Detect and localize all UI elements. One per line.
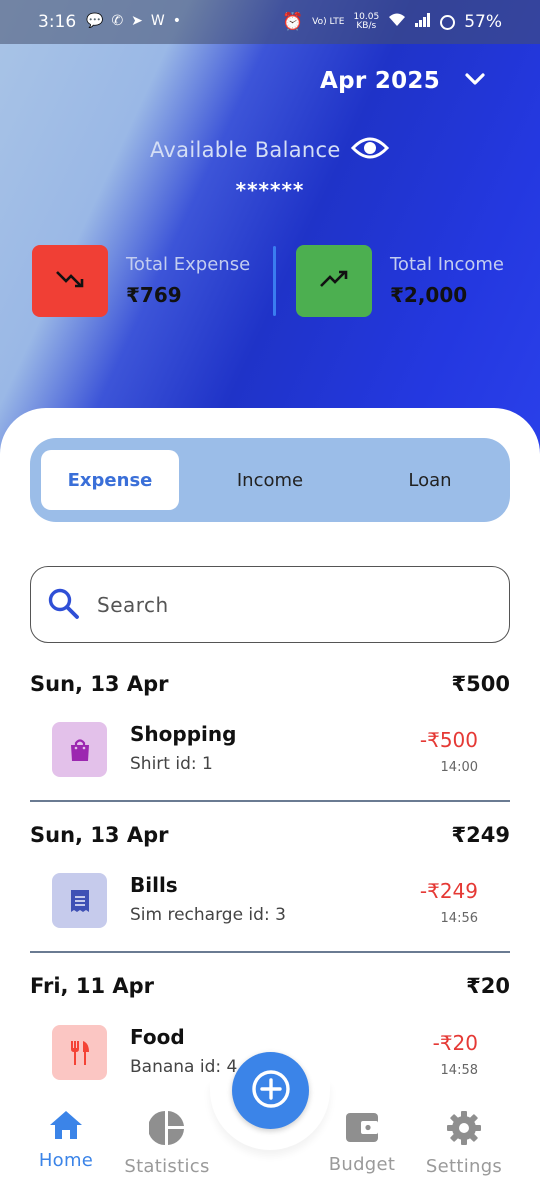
transaction-time: 14:00	[440, 760, 478, 775]
day-header: Sun, 13 Apr ₹249	[30, 823, 510, 853]
transaction-amount: -₹500	[419, 728, 478, 752]
day-date: Sun, 13 Apr	[30, 823, 169, 847]
nav-budget-label: Budget	[328, 1154, 396, 1175]
balance-row: Available Balance	[150, 134, 389, 166]
chat-icon: 💬	[86, 13, 104, 29]
expense-trend-box	[32, 245, 108, 317]
lte-label: Vo) LTE	[312, 16, 345, 27]
nav-settings[interactable]: Settings	[409, 1110, 519, 1177]
wallet-icon	[345, 1110, 379, 1148]
header-section	[0, 0, 540, 460]
tab-income[interactable]: Income	[201, 450, 339, 510]
search-icon	[47, 587, 81, 625]
battery-icon	[440, 14, 456, 30]
transaction-amount: -₹249	[419, 879, 478, 903]
total-income-label: Total Income	[390, 254, 504, 275]
gear-icon	[446, 1110, 482, 1150]
balance-value: ******	[235, 178, 305, 202]
net-speed-unit: KB/s	[356, 21, 377, 31]
restaurant-icon	[52, 1025, 107, 1080]
plus-circle-icon	[251, 1069, 291, 1113]
transaction-time: 14:56	[440, 911, 478, 926]
transaction-row[interactable]: Shopping Shirt id: 1 -₹500 14:00	[30, 722, 510, 802]
net-speed: 10.05 KB/s	[353, 13, 379, 31]
transaction-category: Bills	[130, 873, 178, 897]
shopping-bag-icon	[52, 722, 107, 777]
type-tabs: Expense Income Loan	[30, 438, 510, 522]
month-selector[interactable]: Apr 2025	[320, 68, 485, 94]
trending-down-icon	[55, 268, 85, 294]
trending-up-icon	[319, 268, 349, 294]
status-bar: 3:16 💬 ✆ ➤ W • ⏰ Vo) LTE 10.05 KB/s 57%	[0, 0, 540, 44]
wifi-icon	[388, 12, 406, 32]
alarm-icon: ⏰	[281, 12, 304, 32]
nav-home-label: Home	[38, 1150, 94, 1171]
day-date: Sun, 13 Apr	[30, 672, 169, 696]
transaction-category: Shopping	[130, 722, 237, 746]
dot-icon: •	[172, 13, 182, 29]
chevron-down-icon[interactable]	[464, 72, 486, 92]
summary-divider	[273, 246, 276, 316]
day-header: Sun, 13 Apr ₹500	[30, 672, 510, 702]
add-transaction-button[interactable]	[232, 1052, 309, 1129]
day-header: Fri, 11 Apr ₹20	[30, 974, 510, 1004]
transaction-amount: -₹20	[432, 1031, 478, 1055]
battery-percent: 57%	[464, 12, 502, 32]
eye-icon[interactable]	[350, 134, 389, 166]
divider	[30, 951, 510, 953]
whatsapp-icon: ✆	[111, 13, 124, 29]
search-input[interactable]	[97, 589, 477, 621]
balance-label: Available Balance	[150, 138, 341, 162]
app-icon: W	[150, 13, 165, 29]
notification-icons: 💬 ✆ ➤ W •	[86, 13, 181, 29]
tab-expense[interactable]: Expense	[41, 450, 179, 510]
tab-loan[interactable]: Loan	[361, 450, 499, 510]
nav-statistics-label: Statistics	[124, 1156, 210, 1177]
telegram-icon: ➤	[131, 13, 143, 29]
income-trend-box	[296, 245, 372, 317]
receipt-icon	[52, 873, 107, 928]
transaction-note: Sim recharge id: 3	[130, 905, 286, 925]
total-expense-value: ₹769	[126, 283, 182, 307]
day-total: ₹500	[451, 672, 510, 696]
transaction-note: Banana id: 4	[130, 1057, 238, 1077]
transaction-note: Shirt id: 1	[130, 754, 213, 774]
transaction-time: 14:58	[440, 1063, 478, 1078]
total-expense-label: Total Expense	[126, 254, 251, 275]
transaction-category: Food	[130, 1025, 185, 1049]
divider	[30, 800, 510, 802]
status-time: 3:16	[38, 12, 77, 32]
search-box[interactable]	[30, 566, 510, 643]
signal-icon	[415, 12, 431, 32]
transaction-row[interactable]: Bills Sim recharge id: 3 -₹249 14:56	[30, 873, 510, 953]
nav-home[interactable]: Home	[11, 1110, 121, 1171]
nav-budget[interactable]: Budget	[307, 1110, 417, 1175]
status-right: ⏰ Vo) LTE 10.05 KB/s 57%	[282, 12, 502, 32]
day-date: Fri, 11 Apr	[30, 974, 155, 998]
total-income-value: ₹2,000	[390, 283, 468, 307]
nav-settings-label: Settings	[425, 1156, 503, 1177]
nav-statistics[interactable]: Statistics	[112, 1110, 222, 1177]
month-label: Apr 2025	[320, 68, 441, 94]
day-total: ₹249	[451, 823, 510, 847]
home-icon	[49, 1110, 83, 1144]
day-total: ₹20	[466, 974, 510, 998]
pie-chart-icon	[148, 1110, 185, 1150]
